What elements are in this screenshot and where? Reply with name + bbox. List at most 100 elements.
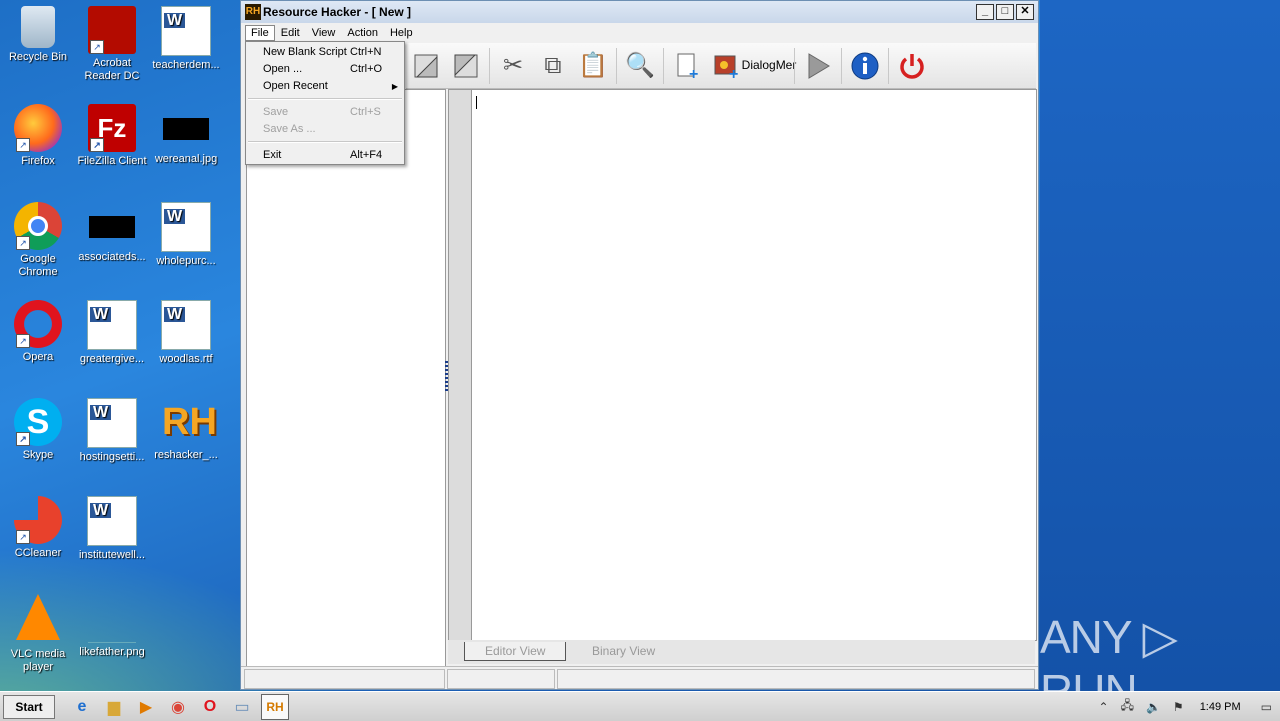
- copy-icon: ⧉: [544, 51, 562, 79]
- status-bar: [241, 666, 1038, 690]
- desktop-wallpaper-right: [1040, 0, 1280, 690]
- menu-item-open-recent[interactable]: Open Recent ▶: [246, 78, 404, 95]
- desktop-icon-teacherdem[interactable]: W teacherdem...: [148, 6, 224, 72]
- menu-help[interactable]: Help: [384, 25, 419, 41]
- desktop-icon-opera[interactable]: ↗ Opera: [0, 300, 76, 364]
- tab-binary-view[interactable]: Binary View: [572, 642, 675, 660]
- window-title: Resource Hacker - [ New ]: [263, 5, 412, 19]
- desktop-icon-label: greatergive...: [79, 353, 145, 365]
- arrow-down-right-icon: [454, 54, 478, 77]
- tab-editor-view[interactable]: Editor View: [464, 642, 567, 661]
- arrow-up-left-icon: [414, 54, 438, 77]
- menu-item-new-blank-script[interactable]: New Blank Script Ctrl+N: [246, 44, 404, 61]
- system-tray: ⌃ 🖧 🔈 ⚑ 1:49 PM ▭: [1093, 692, 1280, 721]
- script-editor[interactable]: [471, 89, 1037, 641]
- vlc-icon: [16, 594, 60, 640]
- toolbar-separator: [616, 47, 617, 84]
- title-bar[interactable]: RH Resource Hacker - [ New ] _ □ ✕: [241, 1, 1038, 23]
- desktop-icon-label: FileZilla Client: [77, 155, 147, 167]
- paste-icon: 📋: [578, 52, 608, 79]
- word-doc-icon: W: [161, 300, 211, 350]
- desktop-icon-institutewell[interactable]: W institutewell...: [74, 496, 150, 562]
- action-center-flag-icon[interactable]: ⚑: [1173, 700, 1184, 714]
- start-button[interactable]: Start: [3, 694, 55, 719]
- desktop-icon-firefox[interactable]: ↗ Firefox: [0, 104, 76, 168]
- app-logo-icon: RH: [245, 4, 261, 20]
- magnifier-icon: 🔍: [625, 52, 655, 79]
- opera-icon: ↗: [14, 300, 62, 348]
- clock[interactable]: 1:49 PM: [1200, 701, 1241, 713]
- scissors-icon: ✂: [502, 52, 524, 79]
- menu-edit[interactable]: Edit: [275, 25, 306, 41]
- compile-script-button[interactable]: [800, 48, 836, 84]
- menu-file[interactable]: File: [245, 25, 275, 41]
- desktop-icon-label: CCleaner: [14, 547, 62, 559]
- menu-item-open[interactable]: Open ... Ctrl+O: [246, 61, 404, 78]
- file-icon: [89, 216, 135, 238]
- network-icon[interactable]: 🖧: [1121, 696, 1134, 717]
- chrome-icon: ↗: [14, 202, 62, 250]
- reshacker-icon: RH: [266, 699, 284, 714]
- desktop-icon-associateds[interactable]: associateds...: [74, 202, 150, 264]
- resource-tree-pane[interactable]: [246, 89, 446, 667]
- show-desktop-icon[interactable]: ▭: [1261, 700, 1272, 714]
- taskbar-ie[interactable]: e: [69, 695, 95, 719]
- minimize-button[interactable]: _: [976, 4, 994, 20]
- taskbar-media-player[interactable]: ▶: [133, 695, 159, 719]
- desktop-icon-label: institutewell...: [78, 549, 146, 561]
- collapse-arrow-button[interactable]: [408, 48, 444, 84]
- ccleaner-icon: ↗: [14, 496, 62, 544]
- desktop-icon-wholepurc[interactable]: W wholepurc...: [148, 202, 224, 268]
- desktop-icon-recycle-bin[interactable]: Recycle Bin: [0, 6, 76, 64]
- taskbar: Start e ▆ ▶ ◉ O ▭ RH ⌃ 🖧 🔈 ⚑ 1:49 PM ▭: [0, 691, 1280, 721]
- dialog-menu-editor-button[interactable]: Dialog Mer: [742, 48, 797, 84]
- add-image-resource-button[interactable]: +: [709, 48, 745, 84]
- desktop-icon-chrome[interactable]: ↗ Google Chrome: [0, 202, 76, 279]
- desktop-icon-label: Acrobat Reader DC: [84, 57, 140, 82]
- paste-button[interactable]: 📋: [575, 48, 611, 84]
- view-tabs: Editor View Binary View: [448, 640, 1035, 664]
- window-icon: ▭: [234, 698, 250, 716]
- taskbar-explorer[interactable]: ▆: [101, 695, 127, 719]
- add-image-icon: +: [714, 55, 738, 81]
- image-file-icon: [163, 118, 209, 140]
- about-button[interactable]: [847, 48, 883, 84]
- menu-action[interactable]: Action: [341, 25, 384, 41]
- word-doc-icon: W: [161, 6, 211, 56]
- taskbar-chrome[interactable]: ◉: [165, 695, 191, 719]
- taskbar-resource-hacker[interactable]: RH: [261, 693, 289, 720]
- desktop-icon-vlc[interactable]: VLC media player: [0, 594, 76, 674]
- desktop-icon-reshacker[interactable]: RH reshacker_...: [148, 398, 224, 462]
- desktop-icon-label: associateds...: [78, 251, 146, 263]
- exit-button[interactable]: [894, 48, 930, 84]
- status-cell: [447, 669, 555, 689]
- taskbar-window[interactable]: ▭: [229, 695, 255, 719]
- close-button[interactable]: ✕: [1016, 4, 1034, 20]
- desktop-icon-hostingsetti[interactable]: W hostingsetti...: [74, 398, 150, 464]
- status-cell: [244, 669, 445, 689]
- desktop-icon-greatergive[interactable]: W greatergive...: [74, 300, 150, 366]
- taskbar-opera[interactable]: O: [197, 695, 223, 719]
- desktop-icon-wereanal[interactable]: wereanal.jpg: [148, 104, 224, 166]
- word-doc-icon: W: [161, 202, 211, 252]
- menu-view[interactable]: View: [306, 25, 342, 41]
- desktop-icon-acrobat[interactable]: ↗ Acrobat Reader DC: [74, 6, 150, 83]
- desktop-icon-skype[interactable]: S ↗ Skype: [0, 398, 76, 462]
- desktop-icon-ccleaner[interactable]: ↗ CCleaner: [0, 496, 76, 560]
- desktop-icon-label: teacherdem...: [152, 59, 220, 71]
- add-page-icon: +: [677, 53, 698, 81]
- volume-icon[interactable]: 🔈: [1146, 700, 1161, 714]
- add-blank-resource-button[interactable]: +: [669, 48, 705, 84]
- copy-button[interactable]: ⧉: [535, 48, 571, 84]
- text-caret: [476, 96, 477, 109]
- find-button[interactable]: 🔍: [622, 48, 658, 84]
- expand-arrow-button[interactable]: [448, 48, 484, 84]
- desktop-icon-woodlas[interactable]: W woodlas.rtf: [148, 300, 224, 366]
- desktop-icon-likefather[interactable]: likefather.png: [74, 594, 150, 659]
- maximize-button[interactable]: □: [996, 4, 1014, 20]
- cut-button[interactable]: ✂: [495, 48, 531, 84]
- menu-item-exit[interactable]: Exit Alt+F4: [246, 147, 404, 164]
- recycle-bin-icon: [21, 6, 55, 48]
- show-hidden-icons-icon[interactable]: ⌃: [1099, 700, 1109, 714]
- desktop-icon-filezilla[interactable]: Fz ↗ FileZilla Client: [74, 104, 150, 168]
